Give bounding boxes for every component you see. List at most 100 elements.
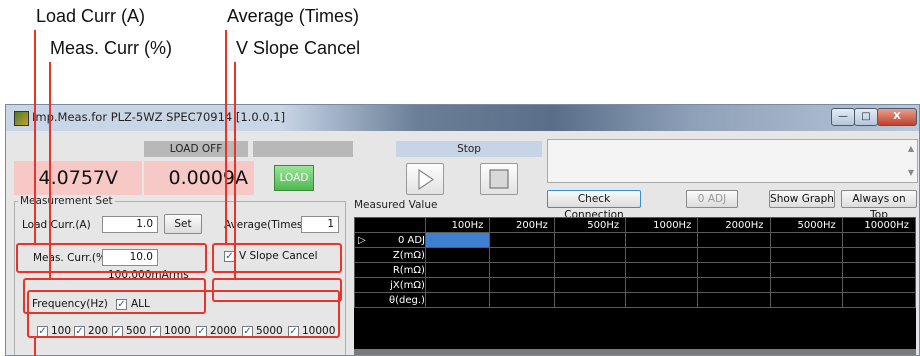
freq-checkbox-5000[interactable]: ✓: [242, 326, 253, 337]
stop-button[interactable]: [480, 163, 518, 195]
grid-cell[interactable]: [553, 232, 627, 248]
grid-cell[interactable]: [625, 262, 699, 278]
zero-adj-button[interactable]: 0 ADJ: [686, 190, 738, 208]
row-header: jX(mΩ): [354, 277, 426, 293]
average-label: Average(Times): [224, 219, 307, 231]
grid-cell[interactable]: [841, 262, 917, 278]
grid-cell[interactable]: [841, 247, 917, 263]
window-title: Imp.Meas.for PLZ-5WZ SPEC70914 [1.0.0.1]: [32, 110, 286, 124]
scroll-down-icon[interactable]: ▼: [908, 168, 914, 177]
app-window: Imp.Meas.for PLZ-5WZ SPEC70914 [1.0.0.1]…: [5, 104, 920, 356]
col-header: 500Hz: [553, 217, 627, 233]
leader-frequency: [34, 338, 36, 356]
callout-meas-curr: Meas. Curr (%): [50, 38, 173, 58]
grid-cell[interactable]: [625, 292, 699, 308]
grid-cell[interactable]: [841, 277, 917, 293]
grid-cell[interactable]: [424, 262, 491, 278]
table-row[interactable]: Z(mΩ): [354, 247, 917, 263]
freq-label-500: 500: [126, 325, 147, 337]
grid-cell[interactable]: [489, 232, 555, 248]
message-box[interactable]: ▲ ▼: [547, 139, 918, 183]
grid-scrollbar[interactable]: [354, 349, 916, 355]
maximize-button[interactable]: □: [854, 108, 878, 126]
grid-cell[interactable]: [489, 277, 555, 293]
grid-cell[interactable]: [625, 247, 699, 263]
run-state-bar: Stop: [396, 141, 542, 157]
grid-cell[interactable]: [769, 247, 843, 263]
grid-cell[interactable]: [769, 292, 843, 308]
play-icon: [418, 168, 435, 191]
freq-checkbox-10000[interactable]: ✓: [288, 326, 299, 337]
grid-cell[interactable]: [489, 247, 555, 263]
frequency-label: Frequency(Hz): [32, 298, 108, 310]
scroll-up-icon[interactable]: ▲: [908, 144, 914, 153]
load-button[interactable]: LOAD: [274, 165, 314, 191]
grid-cell[interactable]: [697, 247, 771, 263]
freq-label-1000: 1000: [164, 325, 191, 337]
table-row[interactable]: θ(deg.): [354, 292, 917, 308]
leader-meas-curr: [49, 62, 51, 278]
grid-cell[interactable]: [769, 262, 843, 278]
status-blank-bar: [253, 141, 353, 157]
grid-cell[interactable]: [697, 232, 771, 248]
freq-checkbox-200[interactable]: ✓: [74, 326, 85, 337]
measured-value-grid[interactable]: 100Hz 200Hz 500Hz 1000Hz 2000Hz 5000Hz 1…: [354, 217, 917, 355]
measurement-set-label: Measurement Set: [18, 195, 115, 207]
grid-cell[interactable]: [424, 247, 491, 263]
freq-checkbox-500[interactable]: ✓: [112, 326, 123, 337]
grid-cell[interactable]: [697, 262, 771, 278]
grid-cell[interactable]: [697, 277, 771, 293]
meas-curr-input[interactable]: 10.0: [102, 249, 158, 266]
row-header: ▷ 0 ADJ: [354, 232, 426, 248]
grid-header-row: 100Hz 200Hz 500Hz 1000Hz 2000Hz 5000Hz 1…: [354, 217, 917, 233]
table-row[interactable]: ▷ 0 ADJ: [354, 232, 917, 248]
grid-cell[interactable]: [553, 247, 627, 263]
freq-checkbox-2000[interactable]: ✓: [196, 326, 207, 337]
grid-cell[interactable]: [625, 277, 699, 293]
grid-cell-selected[interactable]: [424, 232, 491, 248]
table-row[interactable]: jX(mΩ): [354, 277, 917, 293]
table-row[interactable]: R(mΩ): [354, 262, 917, 278]
grid-cell[interactable]: [769, 277, 843, 293]
grid-cell[interactable]: [769, 232, 843, 248]
grid-cell[interactable]: [841, 292, 917, 308]
always-on-top-button[interactable]: Always on Top: [841, 190, 917, 221]
grid-cell[interactable]: [553, 277, 627, 293]
load-curr-input[interactable]: 1.0: [102, 216, 158, 233]
row-header: Z(mΩ): [354, 247, 426, 263]
grid-cell[interactable]: [553, 292, 627, 308]
set-button[interactable]: Set: [164, 214, 202, 234]
show-graph-button[interactable]: Show Graph: [769, 190, 835, 208]
leader-v-slope: [234, 62, 236, 278]
grid-cell[interactable]: [489, 262, 555, 278]
freq-checkbox-100[interactable]: ✓: [37, 326, 48, 337]
v-slope-label: V Slope Cancel: [239, 250, 318, 262]
average-input[interactable]: 1: [301, 216, 339, 233]
grid-cell[interactable]: [841, 232, 917, 248]
grid-cell[interactable]: [697, 292, 771, 308]
title-bar[interactable]: Imp.Meas.for PLZ-5WZ SPEC70914 [1.0.0.1]…: [6, 105, 919, 131]
leader-load-curr: [34, 30, 36, 243]
col-header: 100Hz: [424, 217, 491, 233]
meas-curr-label: Meas. Curr.(%): [33, 252, 111, 264]
callout-average: Average (Times): [227, 6, 360, 26]
all-checkbox[interactable]: ✓: [116, 299, 127, 310]
check-connection-button[interactable]: Check Connection: [547, 190, 641, 221]
grid-cell[interactable]: [625, 232, 699, 248]
row-pointer-icon: ▷: [358, 234, 366, 246]
grid-cell[interactable]: [424, 292, 491, 308]
freq-label-2000: 2000: [210, 325, 237, 337]
close-button[interactable]: X: [877, 108, 917, 126]
grid-cell[interactable]: [553, 262, 627, 278]
grid-cell[interactable]: [424, 277, 491, 293]
grid-cell[interactable]: [489, 292, 555, 308]
col-header: 2000Hz: [697, 217, 771, 233]
window-body: LOAD OFF 4.0757V 0.0009A LOAD Stop ▲ ▼ C…: [6, 131, 919, 355]
minimize-button[interactable]: —: [831, 108, 855, 126]
meas-curr-rms: 100.000mArms: [108, 269, 189, 281]
start-button[interactable]: [406, 163, 444, 195]
freq-checkbox-1000[interactable]: ✓: [150, 326, 161, 337]
freq-label-200: 200: [88, 325, 109, 337]
row-header: θ(deg.): [354, 292, 426, 308]
row-header: R(mΩ): [354, 262, 426, 278]
